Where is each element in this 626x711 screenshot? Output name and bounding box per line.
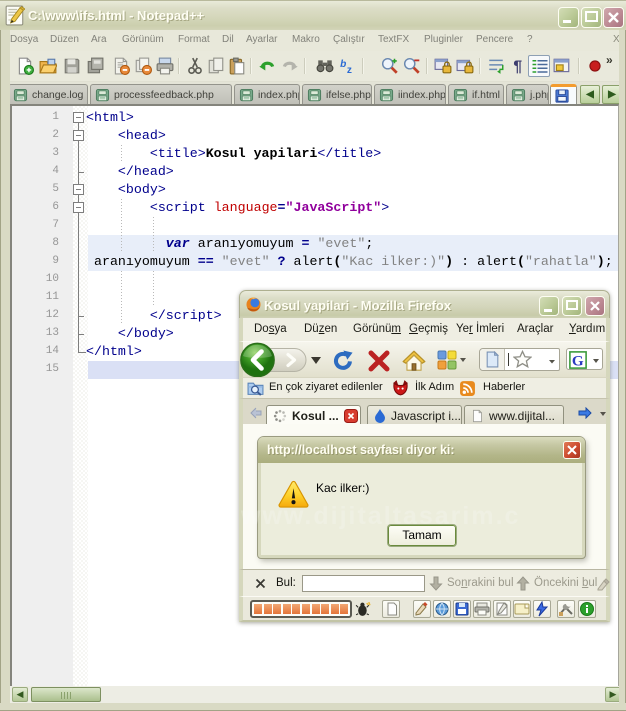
svg-text:b: b [340,59,346,70]
svg-text:¶: ¶ [513,59,522,75]
svg-text:G: G [572,353,584,369]
svg-text:z: z [347,65,352,75]
